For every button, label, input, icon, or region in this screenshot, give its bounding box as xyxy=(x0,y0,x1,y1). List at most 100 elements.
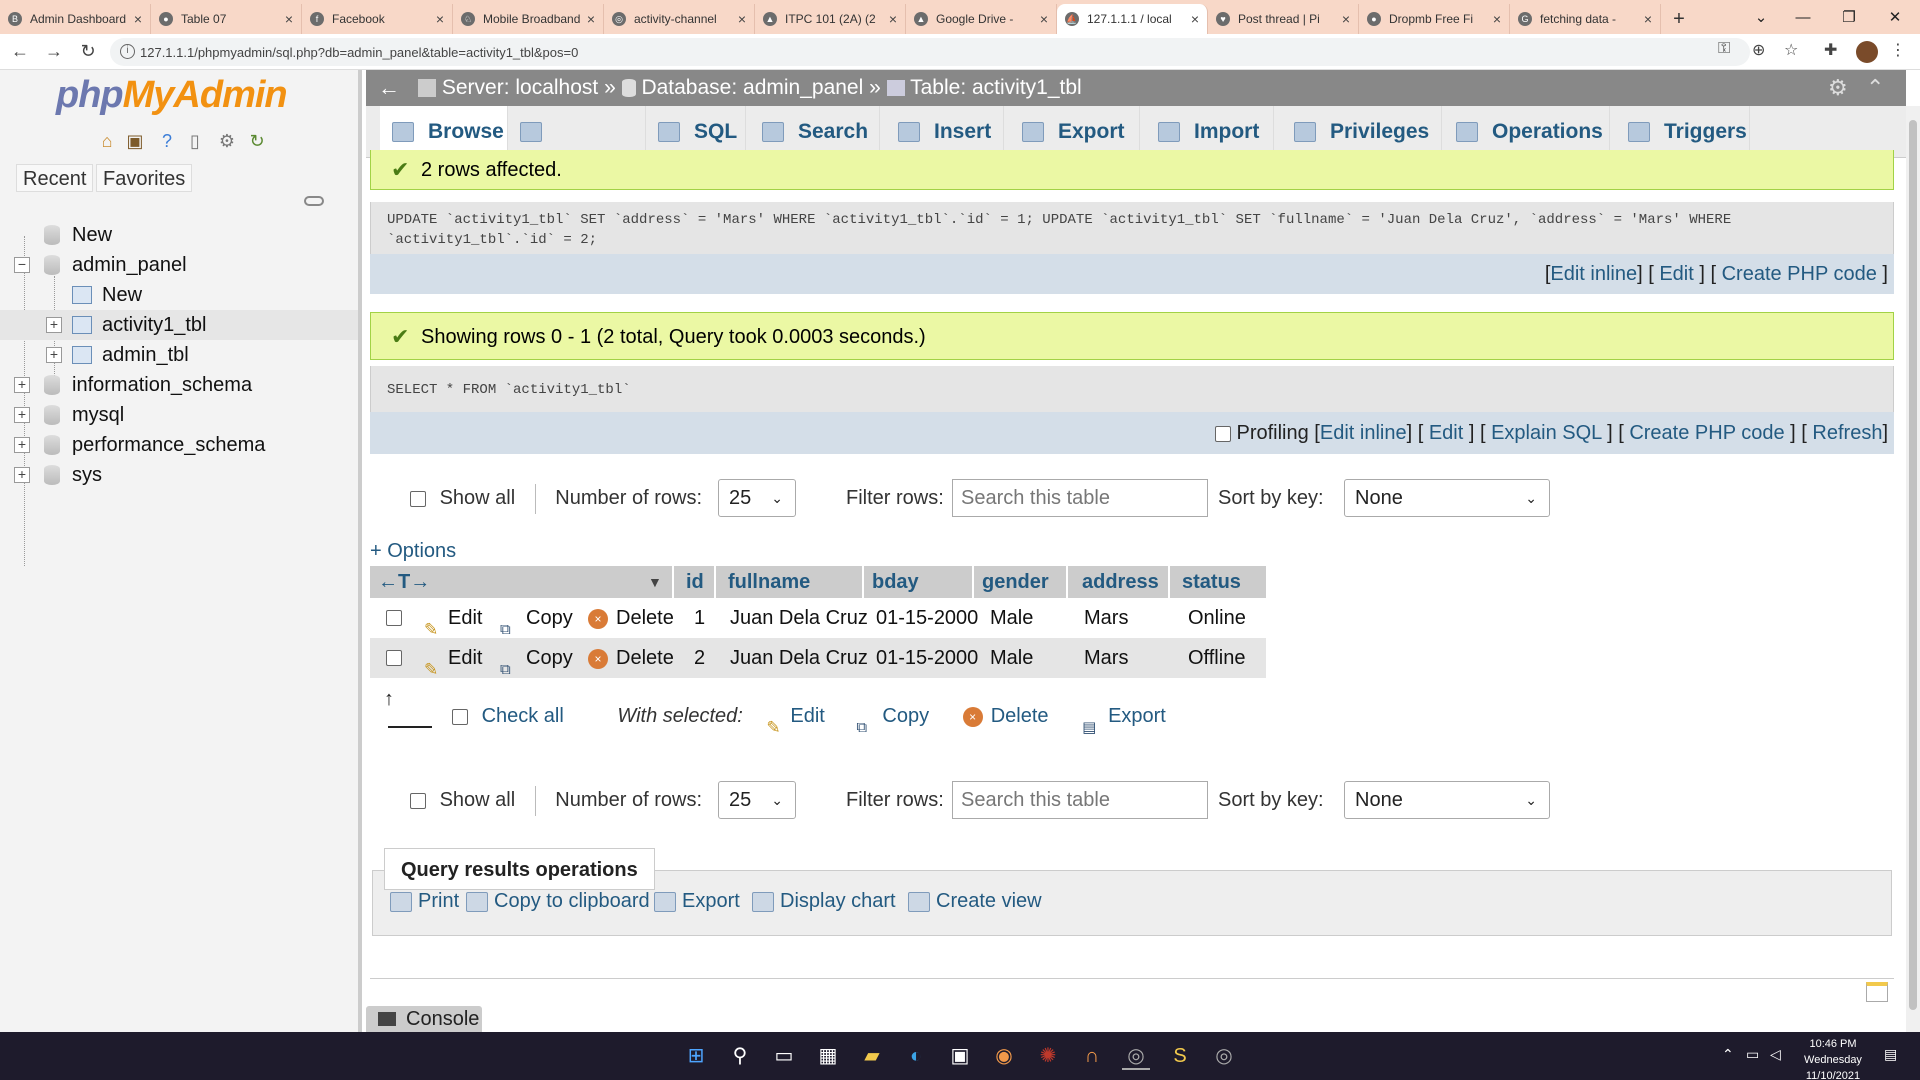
cell-id[interactable]: 1 xyxy=(694,598,705,638)
column-header-id[interactable]: id xyxy=(674,566,714,598)
logout-icon[interactable]: ▣ xyxy=(124,130,146,152)
browser-active-icon[interactable]: ◎ xyxy=(1122,1042,1150,1070)
bulk-edit-button[interactable]: ✎Edit xyxy=(766,705,824,737)
create-view-button[interactable]: Create view xyxy=(908,886,1042,916)
check-all-label[interactable]: Check all xyxy=(482,705,564,727)
browser-tab[interactable]: ◎ activity-channel × xyxy=(604,4,755,34)
create-php-code-link[interactable]: Create PHP code xyxy=(1629,422,1784,444)
tray-chevron-icon[interactable]: ⌃ xyxy=(1722,1046,1734,1062)
expand-icon[interactable]: + xyxy=(14,467,30,483)
store-icon[interactable]: ▣ xyxy=(946,1042,974,1070)
tab-search-icon[interactable]: ⌄ xyxy=(1738,0,1784,34)
phpmyadmin-logo[interactable]: phpMyAdmin xyxy=(56,74,288,117)
collapse-top-icon[interactable]: ⌃ xyxy=(1866,70,1884,106)
breadcrumb-table[interactable]: Table: activity1_tbl xyxy=(910,76,1082,99)
app-icon[interactable]: ◎ xyxy=(1210,1042,1238,1070)
windows-start-icon[interactable]: ⊞ xyxy=(682,1042,710,1070)
refresh-link[interactable]: Refresh xyxy=(1812,422,1882,444)
close-tab-icon[interactable]: × xyxy=(889,11,897,27)
breadcrumb-server[interactable]: Server: localhost xyxy=(442,76,598,99)
volume-icon[interactable]: ◁ xyxy=(1770,1046,1781,1062)
browser-tab[interactable]: ● Table 07 × xyxy=(151,4,302,34)
edit-inline-link[interactable]: Edit inline xyxy=(1550,263,1637,285)
bookmark-icon[interactable] xyxy=(1866,982,1888,1002)
filter-rows-input[interactable]: Search this table xyxy=(952,479,1208,517)
close-tab-icon[interactable]: × xyxy=(738,11,746,27)
row-edit-button[interactable]: ✎Edit xyxy=(424,598,482,639)
zoom-icon[interactable]: ⊕ xyxy=(1752,40,1765,60)
console-tab[interactable]: Console xyxy=(366,1006,482,1032)
address-bar[interactable]: i 127.1.1.1/phpmyadmin/sql.php?db=admin_… xyxy=(110,38,1750,66)
home-icon[interactable]: ⌂ xyxy=(96,130,118,152)
filter-rows-input[interactable]: Search this table xyxy=(952,781,1208,819)
show-all-checkbox[interactable] xyxy=(410,792,426,809)
cell-status[interactable]: Offline xyxy=(1188,638,1245,678)
close-tab-icon[interactable]: × xyxy=(285,11,293,27)
tree-item-admin-new[interactable]: New xyxy=(0,280,358,310)
explain-sql-link[interactable]: Explain SQL xyxy=(1491,422,1601,444)
close-tab-icon[interactable]: × xyxy=(1191,11,1199,27)
minimize-button[interactable]: — xyxy=(1780,0,1826,34)
tree-item-mysql[interactable]: + mysql xyxy=(0,400,358,430)
sort-dropdown-icon[interactable]: ▼ xyxy=(648,566,662,598)
reload-icon[interactable]: ↻ xyxy=(74,38,102,66)
row-delete-button[interactable]: × Delete xyxy=(588,638,674,678)
column-header-status[interactable]: status xyxy=(1170,566,1266,598)
expand-icon[interactable]: + xyxy=(46,317,62,333)
row-checkbox[interactable] xyxy=(386,610,402,626)
notifications-icon[interactable]: ▤ xyxy=(1884,1046,1897,1062)
expand-icon[interactable]: + xyxy=(46,347,62,363)
key-icon[interactable]: ⚿ xyxy=(1718,40,1730,58)
cell-status[interactable]: Online xyxy=(1188,598,1246,638)
profiling-checkbox[interactable] xyxy=(1214,425,1231,442)
close-tab-icon[interactable]: × xyxy=(587,11,595,27)
number-of-rows-select[interactable]: 25 ⌄ xyxy=(718,479,796,517)
tree-item-information-schema[interactable]: + information_schema xyxy=(0,370,358,400)
column-header-bday[interactable]: bday xyxy=(864,566,972,598)
browser-tab[interactable]: ♥ Post thread | Pi × xyxy=(1208,4,1359,34)
show-all-checkbox[interactable] xyxy=(410,490,426,507)
row-copy-button[interactable]: ⧉Copy xyxy=(500,598,573,638)
number-of-rows-select[interactable]: 25 ⌄ xyxy=(718,781,796,819)
file-explorer-icon[interactable]: ▰ xyxy=(858,1042,886,1070)
column-header-address[interactable]: address xyxy=(1068,566,1168,598)
headphones-icon[interactable]: ∩ xyxy=(1078,1042,1106,1070)
tree-item-activity1-tbl[interactable]: + activity1_tbl xyxy=(0,310,358,340)
row-checkbox[interactable] xyxy=(386,650,402,666)
close-tab-icon[interactable]: × xyxy=(436,11,444,27)
close-tab-icon[interactable]: × xyxy=(1342,11,1350,27)
browser-tab[interactable]: f Facebook × xyxy=(302,4,453,34)
close-tab-icon[interactable]: × xyxy=(134,11,142,27)
browser-tab[interactable]: ♘ Mobile Broadband × xyxy=(453,4,604,34)
close-tab-icon[interactable]: × xyxy=(1040,11,1048,27)
menu-kebab-icon[interactable]: ⋮ xyxy=(1890,40,1906,60)
app-icon[interactable]: ✺ xyxy=(1034,1042,1062,1070)
docs-icon[interactable]: ▯ xyxy=(184,130,206,152)
settings-gear-icon[interactable]: ⚙ xyxy=(216,130,238,152)
system-clock[interactable]: 10:46 PM Wednesday 11/10/2021 xyxy=(1790,1036,1876,1080)
collapse-icon[interactable]: − xyxy=(14,257,30,273)
browser-tab[interactable]: ● Dropmb Free Fi × xyxy=(1359,4,1510,34)
link-with-main-icon[interactable] xyxy=(304,196,324,206)
profile-avatar[interactable] xyxy=(1856,41,1878,63)
tree-item-sys[interactable]: + sys xyxy=(0,460,358,490)
widgets-icon[interactable]: ▦ xyxy=(814,1042,842,1070)
sidebar-tab-recent[interactable]: Recent xyxy=(16,164,94,192)
scrollbar-thumb[interactable] xyxy=(1909,120,1917,1010)
expand-icon[interactable]: + xyxy=(14,407,30,423)
restore-button[interactable]: ❐ xyxy=(1826,0,1872,34)
tree-item-admin-panel[interactable]: − admin_panel xyxy=(0,250,358,280)
cell-gender[interactable]: Male xyxy=(990,598,1033,638)
sidebar-tab-favorites[interactable]: Favorites xyxy=(96,164,193,192)
breadcrumb-database[interactable]: Database: admin_panel xyxy=(641,76,863,99)
column-header-fullname[interactable]: fullname xyxy=(716,566,862,598)
cell-gender[interactable]: Male xyxy=(990,638,1033,678)
cell-address[interactable]: Mars xyxy=(1084,638,1128,678)
check-all-checkbox[interactable] xyxy=(452,708,468,725)
edit-link[interactable]: Edit xyxy=(1659,263,1693,285)
display-chart-button[interactable]: Display chart xyxy=(752,886,896,916)
network-icon[interactable]: ▭ xyxy=(1746,1046,1759,1062)
browser-tab[interactable]: B Admin Dashboard × xyxy=(0,4,151,34)
bulk-export-button[interactable]: ▤Export xyxy=(1082,705,1166,736)
cell-bday[interactable]: 01-15-2000 xyxy=(876,638,978,678)
